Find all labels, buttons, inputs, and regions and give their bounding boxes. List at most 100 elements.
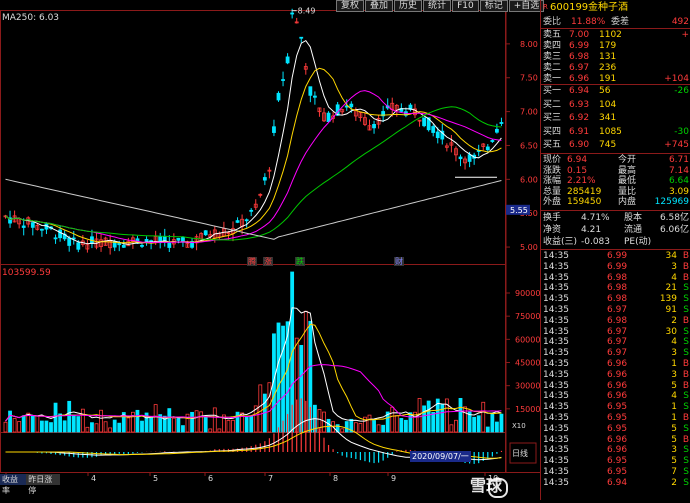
tick-price: 6.94 bbox=[607, 477, 628, 488]
candle-body bbox=[485, 146, 490, 151]
tick-time: 14:35 bbox=[543, 359, 569, 369]
tick-row: 14:35 6.94 2 S bbox=[541, 478, 690, 489]
tick-time: 14:35 bbox=[543, 315, 569, 326]
event-mark: 跌 bbox=[296, 256, 304, 266]
volume-bar bbox=[94, 423, 99, 433]
tick-time: 14:35 bbox=[543, 391, 569, 402]
volume-bar bbox=[381, 424, 386, 433]
volume-bar bbox=[90, 422, 94, 433]
tick-time: 14:35 bbox=[543, 380, 569, 391]
tick-price: 6.98 bbox=[607, 283, 628, 294]
tick-volume: 7 bbox=[671, 467, 677, 477]
ask-row: 卖四 6.99 179 bbox=[541, 41, 690, 52]
volume-bar bbox=[226, 419, 231, 433]
weibi-value: 11.88% bbox=[571, 17, 606, 27]
volume-bar bbox=[276, 322, 281, 433]
bid-volume: 1085 bbox=[599, 126, 622, 137]
bid-label: 买五 bbox=[543, 140, 562, 150]
tick-volume: 91 bbox=[665, 305, 677, 315]
tick-time: 14:35 bbox=[543, 337, 569, 348]
stat-label: 涨跌 bbox=[543, 165, 562, 176]
tick-price: 6.95 bbox=[607, 456, 628, 467]
toolbar-history-button[interactable]: 历史 bbox=[394, 0, 423, 12]
stat-value-2: 7.14 bbox=[668, 165, 689, 176]
tick-volume: 21 bbox=[665, 283, 677, 294]
r-marker-icon: R bbox=[543, 3, 548, 11]
volume-axis-label: 90000 bbox=[515, 289, 540, 298]
tick-volume: 3 bbox=[671, 445, 677, 456]
volume-bar bbox=[199, 411, 204, 433]
panel-divider bbox=[541, 153, 690, 154]
candle-body bbox=[144, 239, 149, 242]
tick-price: 6.99 bbox=[607, 251, 628, 261]
tick-row: 14:35 6.99 3 B bbox=[541, 262, 690, 273]
volume-bar bbox=[3, 421, 8, 433]
tick-price: 6.95 bbox=[607, 423, 628, 434]
stat2-label: 收益(三) bbox=[543, 237, 578, 247]
stat-label-2: 量比 bbox=[618, 186, 637, 197]
price-axis-label: 7.00 bbox=[520, 108, 538, 117]
volume-bar bbox=[208, 428, 213, 433]
tick-direction: B bbox=[682, 251, 689, 261]
toolbar-watchlist-button[interactable]: +自选 bbox=[508, 0, 545, 12]
tick-volume: 1 bbox=[671, 402, 677, 413]
tick-price: 6.95 bbox=[607, 467, 628, 477]
candle-body bbox=[244, 219, 249, 222]
date-box: 2020/09/07/一 bbox=[410, 451, 471, 462]
candle-body bbox=[435, 131, 440, 139]
tick-row: 14:35 6.97 91 S bbox=[541, 305, 690, 316]
volume-bar bbox=[12, 418, 17, 433]
tick-price: 6.97 bbox=[607, 337, 628, 348]
volume-axis-label: 75000 bbox=[515, 312, 540, 321]
x-axis-label: 6 bbox=[208, 474, 213, 483]
bid-row: 买五 6.90 745 +745 bbox=[541, 140, 690, 151]
tick-volume: 3 bbox=[671, 261, 677, 272]
tab-yesterday-limitup[interactable]: 昨日涨停 bbox=[26, 474, 60, 495]
tick-time: 14:35 bbox=[543, 467, 569, 477]
stat-label-2: 内盘 bbox=[618, 197, 637, 207]
tick-row: 14:35 6.96 5 B bbox=[541, 435, 690, 446]
kline-frame bbox=[0, 10, 506, 265]
stat-value-2: 6.71 bbox=[668, 155, 689, 165]
tick-volume: 4 bbox=[671, 272, 677, 283]
volume-bar bbox=[80, 408, 85, 433]
tick-row: 14:35 6.98 21 S bbox=[541, 283, 690, 294]
tick-time: 14:35 bbox=[543, 369, 569, 380]
tick-time: 14:35 bbox=[543, 283, 569, 294]
tick-volume: 5 bbox=[671, 434, 677, 445]
toolbar-stats-button[interactable]: 统计 bbox=[423, 0, 452, 12]
kline-panel[interactable]: 8.007.507.006.506.005.505.005.558.49腾涨跌财… bbox=[0, 0, 545, 500]
volume-bar bbox=[108, 427, 113, 433]
volume-bar bbox=[231, 419, 235, 433]
candle-body bbox=[458, 156, 463, 160]
bid-label: 买一 bbox=[543, 86, 562, 96]
volume-bar bbox=[235, 411, 240, 433]
tick-row: 14:35 6.98 4 B bbox=[541, 273, 690, 284]
kline-chart-svg[interactable]: 8.007.507.006.506.005.505.005.558.49腾涨跌财… bbox=[0, 0, 540, 500]
bid-change: -26 bbox=[674, 86, 689, 96]
tick-volume: 5 bbox=[671, 456, 677, 467]
volume-bar bbox=[376, 424, 381, 433]
tab-yield[interactable]: 收益率 bbox=[0, 474, 26, 495]
volume-bar bbox=[367, 414, 372, 433]
toolbar-overlay-button[interactable]: 叠加 bbox=[365, 0, 394, 12]
tick-row: 14:35 6.96 4 S bbox=[541, 391, 690, 402]
tick-price: 6.96 bbox=[607, 359, 628, 369]
volume-bar bbox=[476, 415, 481, 433]
toolbar-fuquan-button[interactable]: 复权 bbox=[336, 0, 365, 12]
candle-body bbox=[499, 122, 504, 124]
stat-label-2: 最低 bbox=[618, 176, 637, 186]
volume-bar bbox=[472, 416, 477, 433]
volume-bar bbox=[394, 415, 399, 433]
tick-direction: S bbox=[683, 423, 689, 434]
volume-bar bbox=[249, 415, 254, 433]
ask-volume: 1102 bbox=[599, 30, 622, 40]
price-axis-label: 5.00 bbox=[520, 243, 538, 252]
tick-direction: S bbox=[683, 294, 689, 305]
tick-price: 6.96 bbox=[607, 380, 628, 391]
ask-row: 卖五 7.00 1102 + bbox=[541, 30, 690, 41]
toolbar-mark-button[interactable]: 标记 bbox=[479, 0, 508, 12]
tick-time: 14:35 bbox=[543, 445, 569, 456]
candle-body bbox=[176, 237, 181, 241]
toolbar-f10-button[interactable]: F10 bbox=[452, 0, 479, 12]
